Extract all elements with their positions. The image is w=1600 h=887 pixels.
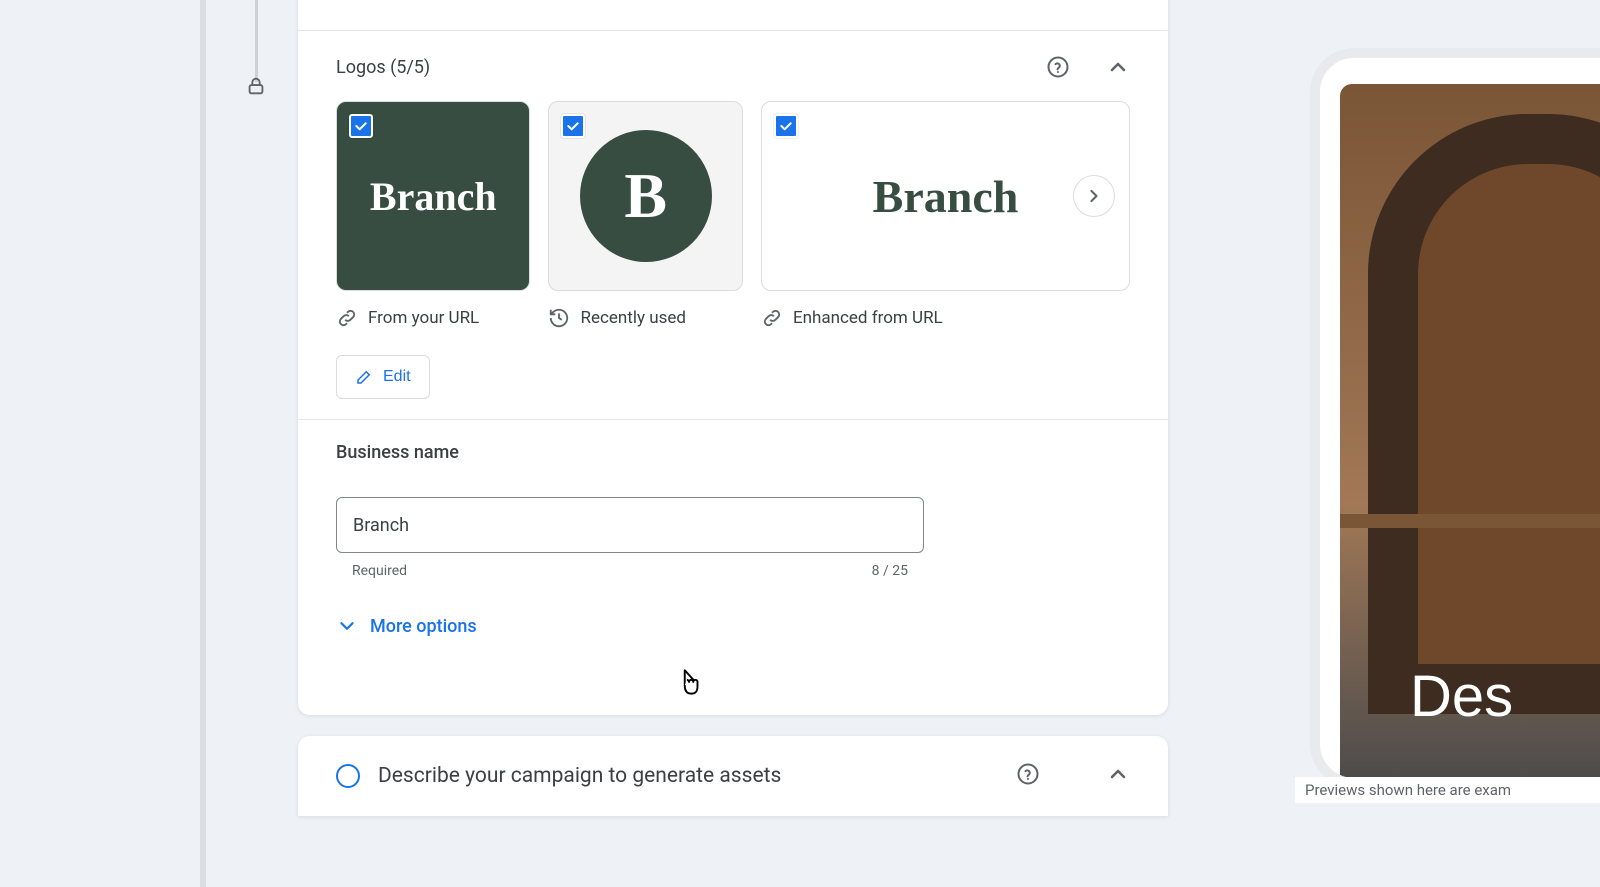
logo-source-caption: From your URL [336, 307, 530, 329]
logo-captions: From your URL Recently used Enhanced fro… [336, 307, 1130, 329]
history-icon [548, 307, 570, 329]
checkbox-checked-icon[interactable] [774, 114, 798, 138]
link-icon [761, 307, 783, 329]
helper-required: Required [352, 563, 407, 579]
caption-text: Recently used [580, 308, 686, 328]
more-options-toggle[interactable]: More options [336, 615, 1130, 637]
logo-brand-letter: B [624, 164, 667, 228]
logo-source-caption: Enhanced from URL [761, 307, 1130, 329]
preview-ad-image: Des [1340, 84, 1600, 784]
scroll-gutter [200, 0, 206, 887]
business-name-input[interactable] [336, 497, 924, 553]
pencil-icon [355, 368, 373, 386]
logo-brand-text: Branch [873, 170, 1019, 223]
edit-button-label: Edit [383, 368, 411, 386]
logos-heading: Logos (5/5) [336, 57, 430, 78]
link-icon [336, 307, 358, 329]
carousel-next-button[interactable] [1073, 175, 1115, 217]
generate-assets-title: Describe your campaign to generate asset… [378, 764, 998, 788]
stepper-connector [255, 0, 258, 82]
assets-card: Logos (5/5) Branch [298, 0, 1168, 715]
preview-phone-frame: Des [1310, 48, 1600, 788]
logo-thumbnail[interactable]: Branch [761, 101, 1130, 291]
help-icon[interactable] [1046, 55, 1070, 79]
more-options-label: More options [370, 616, 477, 637]
preview-scene-shelf [1340, 514, 1600, 528]
chevron-up-icon[interactable] [1106, 55, 1130, 79]
generate-assets-card[interactable]: Describe your campaign to generate asset… [298, 736, 1168, 816]
lock-icon [245, 75, 269, 99]
logo-thumbnail[interactable]: Branch [336, 101, 530, 291]
help-icon[interactable] [1016, 762, 1040, 790]
logo-thumbnail[interactable]: B [548, 101, 742, 291]
preview-overlay-text: Des [1410, 663, 1513, 730]
caption-text: From your URL [368, 308, 479, 328]
checkbox-checked-icon[interactable] [349, 114, 373, 138]
logo-roundel: B [580, 130, 712, 262]
logo-source-caption: Recently used [548, 307, 742, 329]
step-radio-empty[interactable] [336, 764, 360, 788]
preview-caption: Previews shown here are exam [1295, 777, 1600, 803]
logos-section: Logos (5/5) Branch [298, 31, 1168, 419]
preview-scene-arch [1368, 114, 1600, 714]
chevron-up-icon[interactable] [1106, 762, 1130, 790]
checkbox-checked-icon[interactable] [561, 114, 585, 138]
logo-brand-text: Branch [370, 173, 497, 220]
chevron-down-icon [336, 615, 358, 637]
cursor-pointer-icon [672, 666, 706, 704]
edit-button[interactable]: Edit [336, 355, 430, 399]
caption-text: Enhanced from URL [793, 308, 943, 328]
logo-thumbnails: Branch B Branch [336, 101, 1130, 291]
business-name-label: Business name [336, 442, 1130, 463]
business-name-section: Business name Required 8 / 25 More optio… [298, 420, 1168, 661]
char-counter: 8 / 25 [872, 563, 908, 579]
